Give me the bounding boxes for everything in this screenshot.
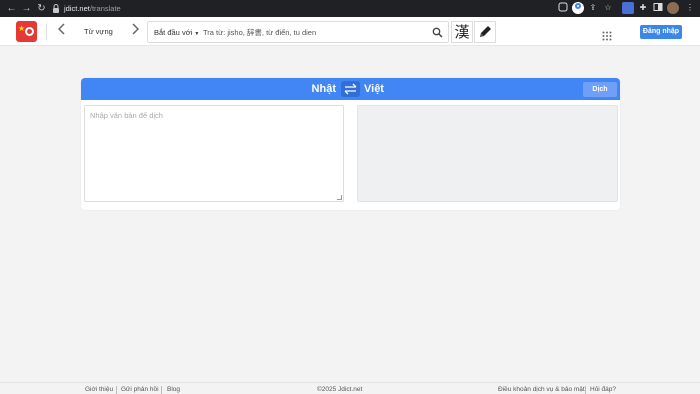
source-text-input[interactable]	[85, 106, 343, 201]
google-icon[interactable]	[572, 2, 584, 14]
footer-link-about[interactable]: Giới thiệu	[85, 386, 113, 393]
logo-sun	[25, 27, 34, 36]
search-box: Bắt đầu với ▼	[147, 21, 449, 43]
translator-header: Nhật Việt Dịch	[81, 78, 620, 100]
kanji-search-button[interactable]: 漢	[451, 21, 473, 43]
back-icon[interactable]: ←	[4, 0, 19, 17]
sidebar-icon[interactable]	[652, 2, 664, 14]
bookmark-star-icon[interactable]: ☆	[602, 2, 614, 14]
url-path: /translate	[89, 4, 121, 13]
puzzle-icon[interactable]: ✚	[637, 2, 649, 14]
search-mode-label: Bắt đầu với	[154, 28, 193, 37]
target-language[interactable]: Việt	[364, 83, 384, 95]
extension-icon[interactable]	[557, 2, 569, 14]
share-icon[interactable]: ⇪	[587, 2, 599, 14]
footer-link-feedback[interactable]: Gửi phản hồi	[121, 386, 159, 393]
footer-link-blog[interactable]: Blog	[167, 386, 180, 393]
profile-avatar[interactable]	[667, 2, 679, 14]
login-button[interactable]: Đăng nhập	[640, 25, 682, 39]
browser-toolbar: ← → ↻ jdict.net/translate ⇪ ☆ ✚ ⋮	[0, 0, 700, 17]
translate-button[interactable]: Dịch	[583, 82, 617, 97]
apps-grid-icon[interactable]	[602, 28, 612, 41]
footer-divider	[161, 386, 162, 394]
footer-link-faq[interactable]: Hỏi đáp?	[590, 386, 616, 393]
site-header: ★ Từ vựng Bắt đầu với ▼ 漢 Đăng nhập	[0, 17, 700, 46]
source-text-container	[84, 105, 344, 202]
url-host: jdict.net	[64, 4, 90, 13]
translation-output	[357, 105, 618, 202]
caret-down-icon: ▼	[194, 31, 200, 37]
forward-icon[interactable]: →	[19, 0, 34, 17]
next-arrow-icon[interactable]	[128, 23, 142, 39]
header-divider	[46, 24, 47, 40]
source-language[interactable]: Nhật	[312, 83, 336, 95]
search-input[interactable]	[203, 25, 423, 40]
jdict-logo[interactable]: ★	[16, 21, 37, 42]
search-mode-select[interactable]: Bắt đầu với ▼	[154, 28, 199, 37]
search-icon[interactable]	[432, 25, 443, 38]
url-text: jdict.net/translate	[64, 4, 121, 13]
resize-handle-icon[interactable]	[337, 195, 342, 200]
prev-arrow-icon[interactable]	[55, 23, 69, 39]
lock-icon	[52, 3, 62, 14]
footer-link-terms[interactable]: Điều khoản dịch vụ & bảo mật	[498, 386, 585, 393]
translator-card: Nhật Việt Dịch	[81, 78, 620, 210]
menu-kebab-icon[interactable]: ⋮	[684, 2, 696, 14]
footer-divider	[585, 386, 586, 394]
site-footer: Giới thiệu Gửi phản hồi Blog ©2025 Jdict…	[0, 382, 700, 394]
handwriting-pencil-icon[interactable]	[474, 21, 496, 43]
dictionary-mode-label[interactable]: Từ vựng	[84, 27, 113, 36]
reload-icon[interactable]: ↻	[34, 0, 49, 17]
footer-divider	[116, 386, 117, 394]
address-bar[interactable]: jdict.net/translate	[52, 1, 662, 16]
swap-languages-icon[interactable]	[341, 81, 360, 97]
translate-extension-icon[interactable]	[622, 2, 634, 14]
footer-copyright: ©2025 Jdict.net	[317, 386, 363, 393]
